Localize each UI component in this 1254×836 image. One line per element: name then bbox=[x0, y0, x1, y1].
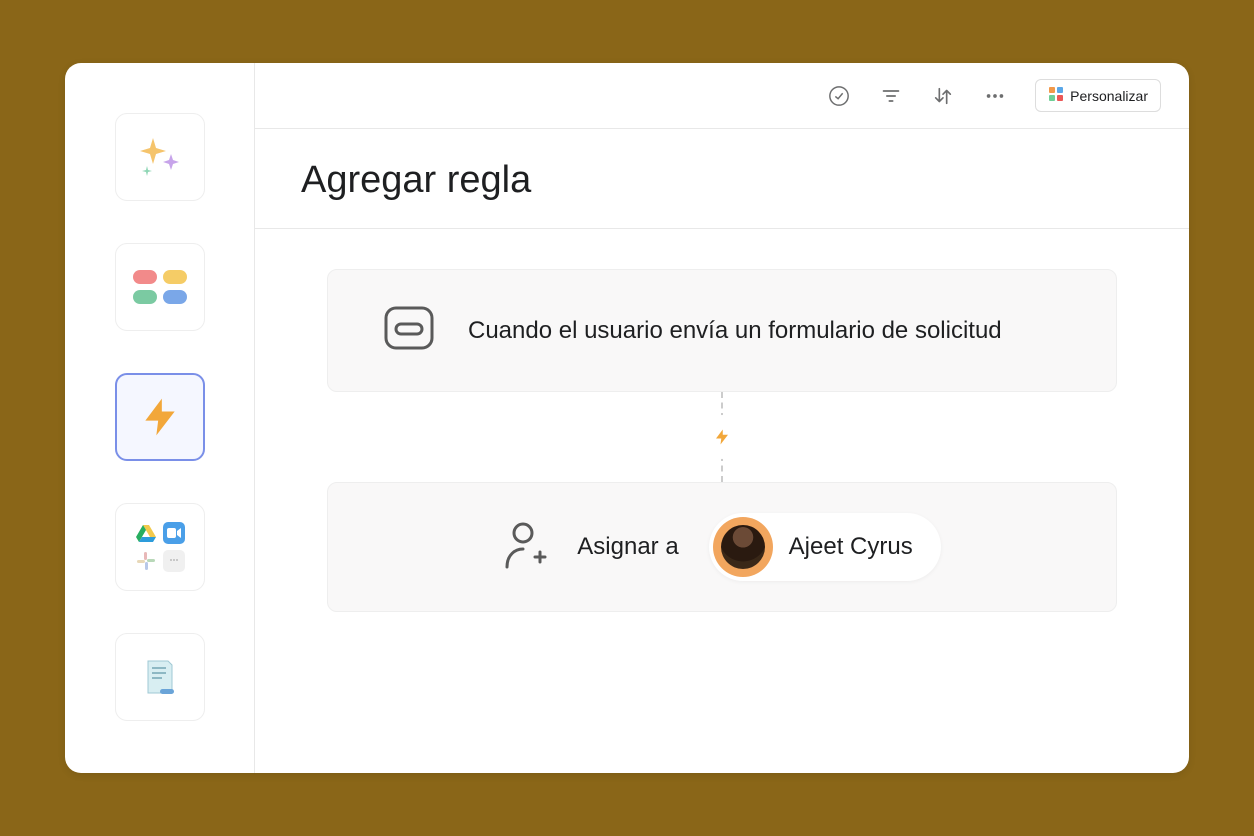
customize-label: Personalizar bbox=[1070, 88, 1148, 104]
connector-badge bbox=[706, 421, 738, 453]
document-icon bbox=[138, 655, 182, 699]
widgets-icon bbox=[133, 270, 187, 304]
filter-icon[interactable] bbox=[879, 84, 903, 108]
more-icon[interactable] bbox=[983, 84, 1007, 108]
action-label: Asignar a bbox=[577, 533, 678, 561]
sidebar-item-ai[interactable] bbox=[115, 113, 205, 201]
drive-icon bbox=[135, 522, 157, 544]
sidebar bbox=[65, 63, 255, 773]
main-area: Personalizar Agregar regla Cuando el usu… bbox=[255, 63, 1189, 773]
avatar bbox=[713, 517, 773, 577]
page-header: Agregar regla bbox=[255, 129, 1189, 229]
sidebar-item-template[interactable] bbox=[115, 633, 205, 721]
trigger-text: Cuando el usuario envía un formulario de… bbox=[468, 317, 1002, 345]
sort-icon[interactable] bbox=[931, 84, 955, 108]
check-circle-icon[interactable] bbox=[827, 84, 851, 108]
customize-button[interactable]: Personalizar bbox=[1035, 79, 1161, 112]
lightning-small-icon bbox=[713, 428, 731, 446]
sidebar-item-apps[interactable] bbox=[115, 503, 205, 591]
sidebar-item-rules[interactable] bbox=[115, 373, 205, 461]
chat-icon bbox=[163, 550, 185, 572]
assignee-name: Ajeet Cyrus bbox=[789, 533, 913, 561]
action-card[interactable]: Asignar a Ajeet Cyrus bbox=[327, 482, 1117, 612]
video-icon bbox=[163, 522, 185, 544]
rule-builder: Cuando el usuario envía un formulario de… bbox=[255, 229, 1189, 773]
sidebar-item-widgets[interactable] bbox=[115, 243, 205, 331]
slack-icon bbox=[135, 550, 157, 572]
apps-icon bbox=[135, 522, 185, 572]
grid-color-icon bbox=[1048, 86, 1064, 105]
app-window: Personalizar Agregar regla Cuando el usu… bbox=[65, 63, 1189, 773]
toolbar: Personalizar bbox=[255, 63, 1189, 129]
assignee-pill[interactable]: Ajeet Cyrus bbox=[709, 513, 941, 581]
connector bbox=[327, 392, 1117, 482]
sparkles-icon bbox=[135, 132, 185, 182]
lightning-icon bbox=[138, 395, 182, 439]
trigger-card[interactable]: Cuando el usuario envía un formulario de… bbox=[327, 269, 1117, 392]
page-title: Agregar regla bbox=[301, 159, 1143, 202]
form-icon bbox=[384, 306, 434, 355]
assign-person-icon bbox=[503, 521, 547, 574]
